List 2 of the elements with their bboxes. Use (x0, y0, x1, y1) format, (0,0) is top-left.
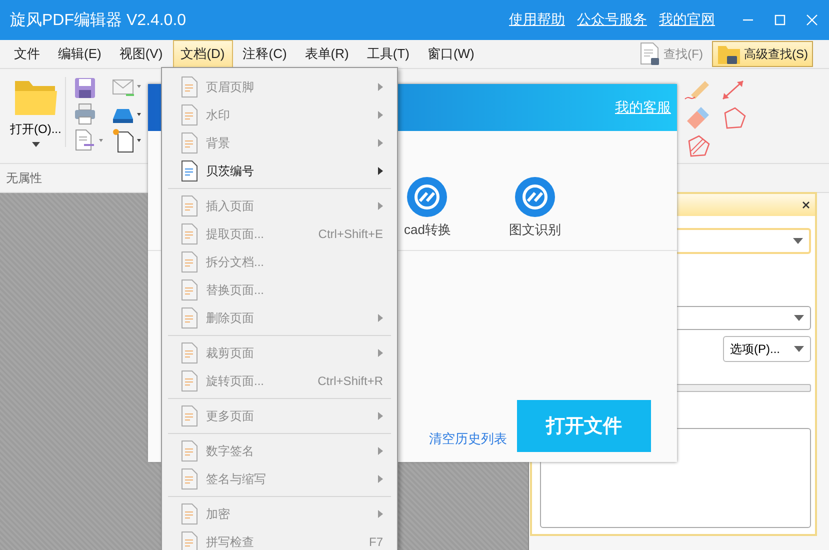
window-title: 旋风PDF编辑器 V2.4.0.0 (10, 10, 186, 30)
properties-label: 无属性 (6, 170, 42, 186)
